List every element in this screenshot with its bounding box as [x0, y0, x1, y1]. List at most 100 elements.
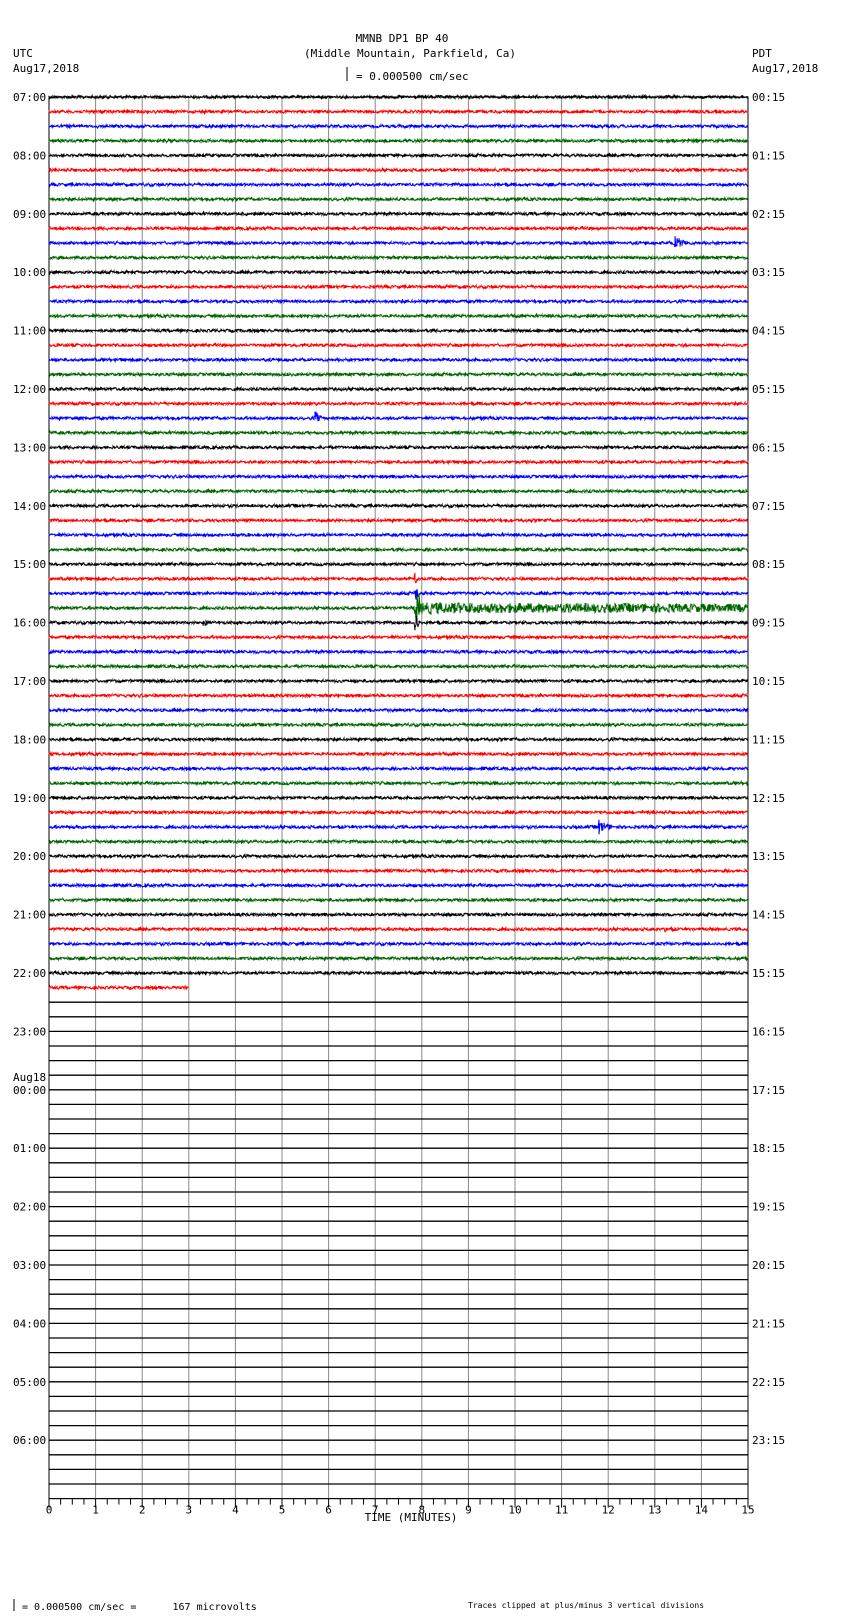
trace-row	[48, 531, 749, 539]
pdt-hour-label: 16:15	[752, 1025, 785, 1038]
trace-row	[48, 663, 749, 670]
trace-row	[48, 502, 749, 510]
utc-hour-label: 00:00	[13, 1084, 46, 1097]
pdt-hour-label: 03:15	[752, 266, 785, 279]
trace-row	[48, 341, 749, 349]
trace-row	[48, 356, 749, 364]
right-date: Aug17,2018	[752, 62, 818, 75]
trace-row	[48, 984, 189, 991]
pdt-hour-label: 06:15	[752, 441, 785, 454]
trace-row	[48, 236, 749, 248]
trace-row	[48, 458, 749, 466]
x-axis-label: TIME (MINUTES)	[365, 1511, 458, 1524]
trace-row	[48, 867, 749, 875]
trace-row	[48, 925, 749, 933]
utc-hour-label: 03:00	[13, 1259, 46, 1272]
utc-hour-label: 14:00	[13, 500, 46, 513]
x-tick-label: 1	[92, 1504, 99, 1517]
pdt-hour-label: 10:15	[752, 675, 785, 688]
trace-row	[48, 254, 749, 261]
trace-row	[48, 736, 749, 743]
trace-row	[48, 765, 749, 772]
utc-hour-label: 17:00	[13, 675, 46, 688]
seismogram-plot: MMNB DP1 BP 40 (Middle Mountain, Parkfie…	[13, 32, 818, 1613]
trace-row	[48, 546, 749, 553]
x-tick-label: 15	[741, 1504, 754, 1517]
pdt-hour-label: 22:15	[752, 1376, 785, 1389]
pdt-hour-label: 05:15	[752, 383, 785, 396]
trace-row	[48, 93, 749, 101]
trace-row	[48, 152, 749, 159]
trace-row	[48, 648, 749, 656]
trace-row	[48, 896, 749, 904]
utc-hour-label: 23:00	[13, 1025, 46, 1038]
utc-hour-label: 08:00	[13, 149, 46, 162]
date-change-label: Aug18	[13, 1071, 46, 1084]
utc-hour-label: 01:00	[13, 1142, 46, 1155]
trace-row	[48, 473, 749, 480]
trace-row	[48, 809, 749, 816]
utc-hour-label: 04:00	[13, 1317, 46, 1330]
x-tick-label: 5	[279, 1504, 286, 1517]
utc-hour-label: 22:00	[13, 967, 46, 980]
trace-row	[48, 692, 749, 699]
trace-row	[48, 166, 749, 174]
trace-row	[48, 108, 749, 115]
trace-row	[48, 137, 749, 145]
utc-hour-label: 05:00	[13, 1376, 46, 1389]
pdt-hour-label: 02:15	[752, 208, 785, 221]
trace-row	[48, 560, 749, 568]
trace-row	[48, 122, 749, 130]
utc-hour-label: 18:00	[13, 733, 46, 746]
trace-row	[48, 181, 749, 188]
trace-row	[48, 819, 749, 835]
trace-row	[48, 969, 749, 977]
pdt-hour-label: 17:15	[752, 1084, 785, 1097]
pdt-hour-label: 01:15	[752, 149, 785, 162]
traces	[48, 93, 749, 1485]
trace-row	[48, 955, 749, 962]
trace-row	[48, 487, 749, 495]
x-tick-label: 6	[325, 1504, 332, 1517]
pdt-hour-label: 19:15	[752, 1201, 785, 1214]
utc-hour-label: 09:00	[13, 208, 46, 221]
trace-row	[48, 750, 749, 758]
trace-row	[48, 400, 749, 407]
utc-hour-label: 07:00	[13, 91, 46, 104]
right-timezone: PDT	[752, 47, 772, 60]
trace-row	[48, 838, 749, 845]
utc-hour-label: 15:00	[13, 558, 46, 571]
pdt-hour-label: 04:15	[752, 325, 785, 338]
pdt-hour-label: 15:15	[752, 967, 785, 980]
pdt-hour-label: 09:15	[752, 617, 785, 630]
trace-row	[48, 371, 749, 378]
pdt-hour-label: 18:15	[752, 1142, 785, 1155]
chart-title: MMNB DP1 BP 40	[356, 32, 449, 45]
trace-row	[48, 411, 749, 422]
trace-row	[48, 721, 749, 729]
utc-hour-label: 20:00	[13, 850, 46, 863]
trace-row	[48, 615, 749, 631]
trace-row	[48, 882, 749, 889]
pdt-hour-label: 12:15	[752, 792, 785, 805]
trace-row	[48, 268, 749, 276]
trace-row	[48, 911, 749, 918]
x-tick-label: 10	[508, 1504, 521, 1517]
pdt-hour-label: 08:15	[752, 558, 785, 571]
x-tick-label: 2	[139, 1504, 146, 1517]
trace-row	[48, 633, 749, 641]
left-timezone: UTC	[13, 47, 33, 60]
trace-row	[48, 677, 749, 685]
x-tick-label: 11	[555, 1504, 568, 1517]
utc-hour-label: 19:00	[13, 792, 46, 805]
x-tick-label: 13	[648, 1504, 661, 1517]
pdt-hour-label: 21:15	[752, 1317, 785, 1330]
trace-row	[48, 298, 749, 305]
trace-row	[48, 225, 749, 232]
trace-row	[48, 779, 749, 787]
utc-hour-label: 02:00	[13, 1201, 46, 1214]
x-tick-label: 9	[465, 1504, 472, 1517]
pdt-hour-label: 20:15	[752, 1259, 785, 1272]
pdt-hour-label: 14:15	[752, 909, 785, 922]
x-tick-label: 14	[695, 1504, 709, 1517]
